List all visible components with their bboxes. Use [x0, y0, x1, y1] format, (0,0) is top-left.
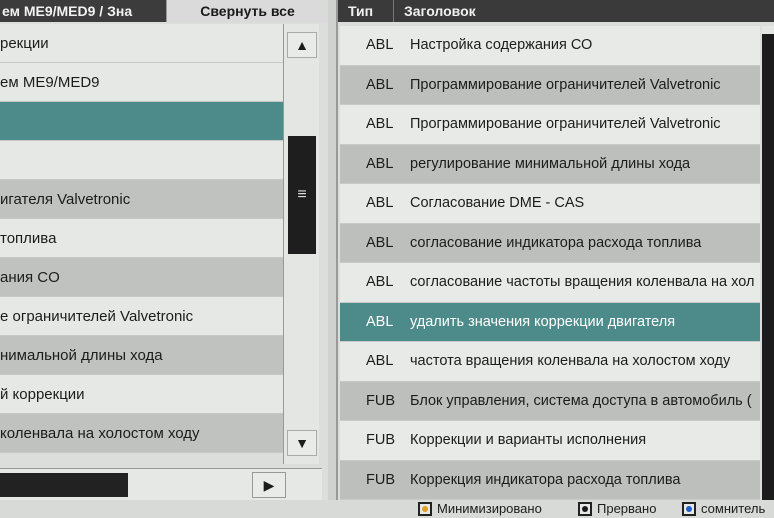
tree-item[interactable]: рекции	[0, 24, 283, 63]
row-type: ABL	[366, 116, 394, 133]
row-type: ABL	[366, 234, 394, 251]
left-horizontal-scrollbar[interactable]: ▶	[0, 468, 322, 500]
row-type: ABL	[366, 37, 394, 54]
row-type: ABL	[366, 195, 394, 212]
legend-item: Минимизировано	[418, 501, 542, 516]
table-row[interactable]: ABL согласование индикатора расхода топли…	[340, 223, 760, 263]
right-panel: Тип Заголовок ABL Настройка содержания СО…	[336, 0, 774, 504]
table-row[interactable]: FUB Коррекция индикатора расхода топлива	[340, 460, 760, 500]
right-vertical-scrollbar[interactable]	[762, 26, 774, 504]
left-panel-header: ем ME9/MED9 / Зна Свернуть все	[0, 0, 328, 22]
row-title: Блок управления, система доступа в автом…	[410, 392, 752, 409]
row-type: ABL	[366, 353, 394, 370]
legend-item: Прервано	[578, 501, 656, 516]
row-title: согласование индикатора расхода топлива	[410, 234, 702, 251]
scroll-right-arrow-icon[interactable]: ▶	[252, 472, 286, 498]
row-type: FUB	[366, 432, 395, 449]
tree-item[interactable]: й коррекции	[0, 375, 283, 414]
legend-marker-icon	[578, 501, 592, 516]
row-title: Настройка содержания СО	[410, 37, 593, 54]
legend-label: Прервано	[597, 501, 657, 516]
left-panel: ем ME9/MED9 / Зна Свернуть все рекции ем …	[0, 0, 328, 500]
table-row[interactable]: ABL согласование частоты вращения коленва…	[340, 263, 760, 303]
row-type: ABL	[366, 155, 394, 172]
legend-item: сомнитель	[682, 501, 765, 516]
row-type: ABL	[366, 76, 394, 93]
table-row[interactable]: ABL Согласование DME - CAS	[340, 184, 760, 224]
table-row[interactable]: ABL Настройка содержания СО	[340, 26, 760, 66]
grip-icon: ≡	[297, 186, 307, 203]
legend-marker-icon	[418, 501, 432, 516]
row-title: Коррекция индикатора расхода топлива	[410, 471, 681, 488]
column-header-type[interactable]: Тип	[338, 0, 394, 22]
row-title: Программирование ограничителей Valvetron…	[410, 116, 721, 133]
scroll-up-arrow-icon[interactable]: ▲	[287, 32, 317, 58]
tree-item[interactable]: топлива	[0, 219, 283, 258]
scroll-thumb[interactable]: ≡	[288, 136, 316, 254]
table-row[interactable]: ABL удалить значения коррекции двигателя	[340, 302, 760, 342]
tree-item[interactable]: коленвала на холостом ходу	[0, 414, 283, 453]
row-title: Согласование DME - CAS	[410, 195, 585, 212]
row-type: ABL	[366, 274, 394, 291]
table-row[interactable]: ABL Программирование ограничителей Valvet…	[340, 65, 760, 105]
table-row[interactable]: ABL Программирование ограничителей Valvet…	[340, 105, 760, 145]
left-tree-list: рекции ем ME9/MED9 игателя Valvetronic топ…	[0, 24, 283, 464]
tree-item[interactable]: игателя Valvetronic	[0, 180, 283, 219]
scroll-down-arrow-icon[interactable]: ▼	[287, 430, 317, 456]
row-title: Программирование ограничителей Valvetron…	[410, 76, 721, 93]
row-title: согласование частоты вращения коленвала …	[410, 274, 755, 291]
table-row[interactable]: FUB Блок управления, система доступа в ав…	[340, 381, 760, 421]
right-table-body: ABL Настройка содержания СО ABL Программиро…	[340, 26, 760, 500]
left-vertical-scrollbar[interactable]: ▲ ≡ ▼	[283, 24, 319, 464]
table-row[interactable]: ABL регулирование минимальной длины хода	[340, 144, 760, 184]
tree-item[interactable]: е ограничителей Valvetronic	[0, 297, 283, 336]
row-type: ABL	[366, 313, 394, 330]
legend-marker-icon	[682, 501, 696, 516]
row-title: Коррекции и варианты исполнения	[410, 432, 647, 449]
right-scroll-thumb[interactable]	[762, 34, 774, 504]
left-panel-title: ем ME9/MED9 / Зна	[2, 3, 133, 19]
tree-item[interactable]	[0, 102, 283, 141]
row-title: частота вращения коленвала на холостом х…	[410, 353, 731, 370]
row-type: FUB	[366, 392, 395, 409]
tree-item[interactable]: ания CO	[0, 258, 283, 297]
tree-item[interactable]	[0, 141, 283, 180]
table-row[interactable]: FUB Коррекции и варианты исполнения	[340, 421, 760, 461]
status-legend-bar: Минимизировано Прервано сомнитель	[0, 500, 774, 518]
tree-item[interactable]: ем ME9/MED9	[0, 63, 283, 102]
right-table-header: Тип Заголовок	[338, 0, 774, 22]
row-title: регулирование минимальной длины хода	[410, 155, 691, 172]
horizontal-scroll-thumb[interactable]	[0, 473, 128, 497]
row-type: FUB	[366, 471, 395, 488]
legend-label: сомнитель	[701, 501, 766, 516]
tree-item[interactable]: нимальной длины хода	[0, 336, 283, 375]
column-header-title[interactable]: Заголовок	[394, 0, 774, 22]
table-row[interactable]: ABL частота вращения коленвала на холосто…	[340, 342, 760, 382]
collapse-all-button[interactable]: Свернуть все	[166, 0, 328, 22]
legend-label: Минимизировано	[437, 501, 542, 516]
row-title: удалить значения коррекции двигателя	[410, 313, 676, 330]
